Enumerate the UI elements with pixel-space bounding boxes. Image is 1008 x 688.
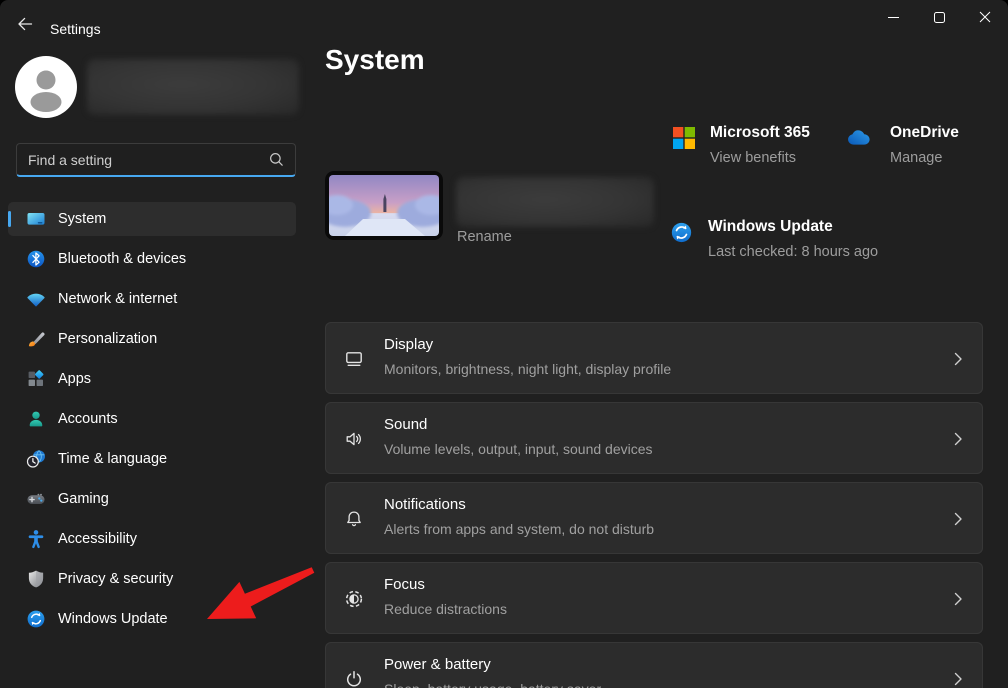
quick-link-microsoft-365[interactable]: Microsoft 365 View benefits [673,124,810,170]
sidebar-item-time-language[interactable]: Time & language [8,442,296,476]
person-icon [15,56,77,118]
search-box[interactable] [16,143,296,177]
bell-icon [344,509,364,529]
sidebar-nav: System Bluetooth & devices Network & int… [8,202,296,642]
sidebar-item-apps[interactable]: Apps [8,362,296,396]
sidebar-item-accounts[interactable]: Accounts [8,402,296,436]
chevron-right-icon [950,589,966,609]
sidebar-item-label: Windows Update [58,611,168,627]
rename-link[interactable]: Rename [457,229,512,245]
bluetooth-icon [26,249,46,269]
card-title: Sound [384,416,427,433]
sidebar-item-label: Privacy & security [58,571,173,587]
settings-window: Settings [0,0,1008,688]
maximize-icon [934,12,945,23]
sidebar-item-windows-update[interactable]: Windows Update [8,602,296,636]
sidebar-item-gaming[interactable]: Gaming [8,482,296,516]
sidebar-item-network-internet[interactable]: Network & internet [8,282,296,316]
minimize-icon [888,12,899,23]
minimize-button[interactable] [870,0,916,34]
gamepad-icon [26,489,46,509]
quick-link-title: Windows Update [708,218,883,236]
user-name-redacted [87,59,299,115]
sidebar-item-personalization[interactable]: Personalization [8,322,296,356]
system-icon [26,209,46,229]
sidebar-item-privacy-security[interactable]: Privacy & security [8,562,296,596]
quick-link-onedrive[interactable]: OneDrive Manage [846,124,959,170]
back-arrow-icon [15,14,35,34]
chevron-right-icon [950,349,966,369]
window-title: Settings [50,21,101,37]
speaker-icon [344,429,364,449]
quick-link-subtitle[interactable]: Manage [890,147,959,170]
accessibility-person-icon [26,529,46,549]
device-wallpaper-winter-scene [329,175,439,236]
power-icon [344,669,364,688]
card-title: Power & battery [384,656,491,673]
wifi-icon [26,289,46,309]
sidebar-item-label: Bluetooth & devices [58,251,186,267]
settings-card-notifications[interactable]: Notifications Alerts from apps and syste… [325,482,983,554]
avatar[interactable] [15,56,77,118]
quick-link-subtitle: Last checked: 8 hours ago [708,241,883,264]
sidebar-item-label: Accessibility [58,531,137,547]
close-button[interactable] [962,0,1008,34]
quick-link-title: OneDrive [890,124,959,142]
card-title: Display [384,336,433,353]
quick-link-windows-update[interactable]: Windows Update Last checked: 8 hours ago [670,218,883,264]
shield-icon [26,569,46,589]
selection-indicator [8,211,11,227]
back-button[interactable] [10,10,40,38]
sidebar-item-system[interactable]: System [8,202,296,236]
settings-card-focus[interactable]: Focus Reduce distractions [325,562,983,634]
display-icon [344,349,364,369]
sidebar-item-bluetooth-devices[interactable]: Bluetooth & devices [8,242,296,276]
card-subtitle: Volume levels, output, input, sound devi… [384,441,653,457]
search-icon[interactable] [268,151,285,168]
device-thumbnail [325,171,443,240]
sidebar-item-accessibility[interactable]: Accessibility [8,522,296,556]
windows-update-status-icon [670,221,693,264]
chevron-right-icon [950,429,966,449]
sidebar-item-label: Accounts [58,411,118,427]
settings-card-sound[interactable]: Sound Volume levels, output, input, soun… [325,402,983,474]
card-title: Focus [384,576,425,593]
sidebar-item-label: Apps [58,371,91,387]
focus-icon [344,589,364,609]
maximize-button[interactable] [916,0,962,34]
settings-card-display[interactable]: Display Monitors, brightness, night ligh… [325,322,983,394]
sidebar-item-label: Personalization [58,331,157,347]
window-controls [870,0,1008,34]
close-icon [979,11,991,23]
card-subtitle: Alerts from apps and system, do not dist… [384,521,654,537]
onedrive-icon [846,127,875,170]
quick-link-subtitle[interactable]: View benefits [710,147,810,170]
sidebar-item-label: System [58,211,106,227]
sidebar-item-label: Time & language [58,451,167,467]
quick-link-title: Microsoft 365 [710,124,810,142]
card-subtitle: Reduce distractions [384,601,507,617]
chevron-right-icon [950,509,966,529]
settings-card-power-battery[interactable]: Power & battery Sleep, battery usage, ba… [325,642,983,688]
sidebar-item-label: Gaming [58,491,109,507]
search-input[interactable] [17,152,268,168]
page-title: System [325,44,425,76]
brush-icon [26,329,46,349]
card-subtitle: Sleep, battery usage, battery saver [384,681,601,688]
clock-globe-icon [26,449,46,469]
account-person-icon [26,409,46,429]
card-subtitle: Monitors, brightness, night light, displ… [384,361,671,377]
apps-icon [26,369,46,389]
sidebar-item-label: Network & internet [58,291,177,307]
device-name-redacted [456,177,654,227]
microsoft-365-icon [673,127,695,170]
chevron-right-icon [950,669,966,688]
card-title: Notifications [384,496,466,513]
windows-update-icon [26,609,46,629]
